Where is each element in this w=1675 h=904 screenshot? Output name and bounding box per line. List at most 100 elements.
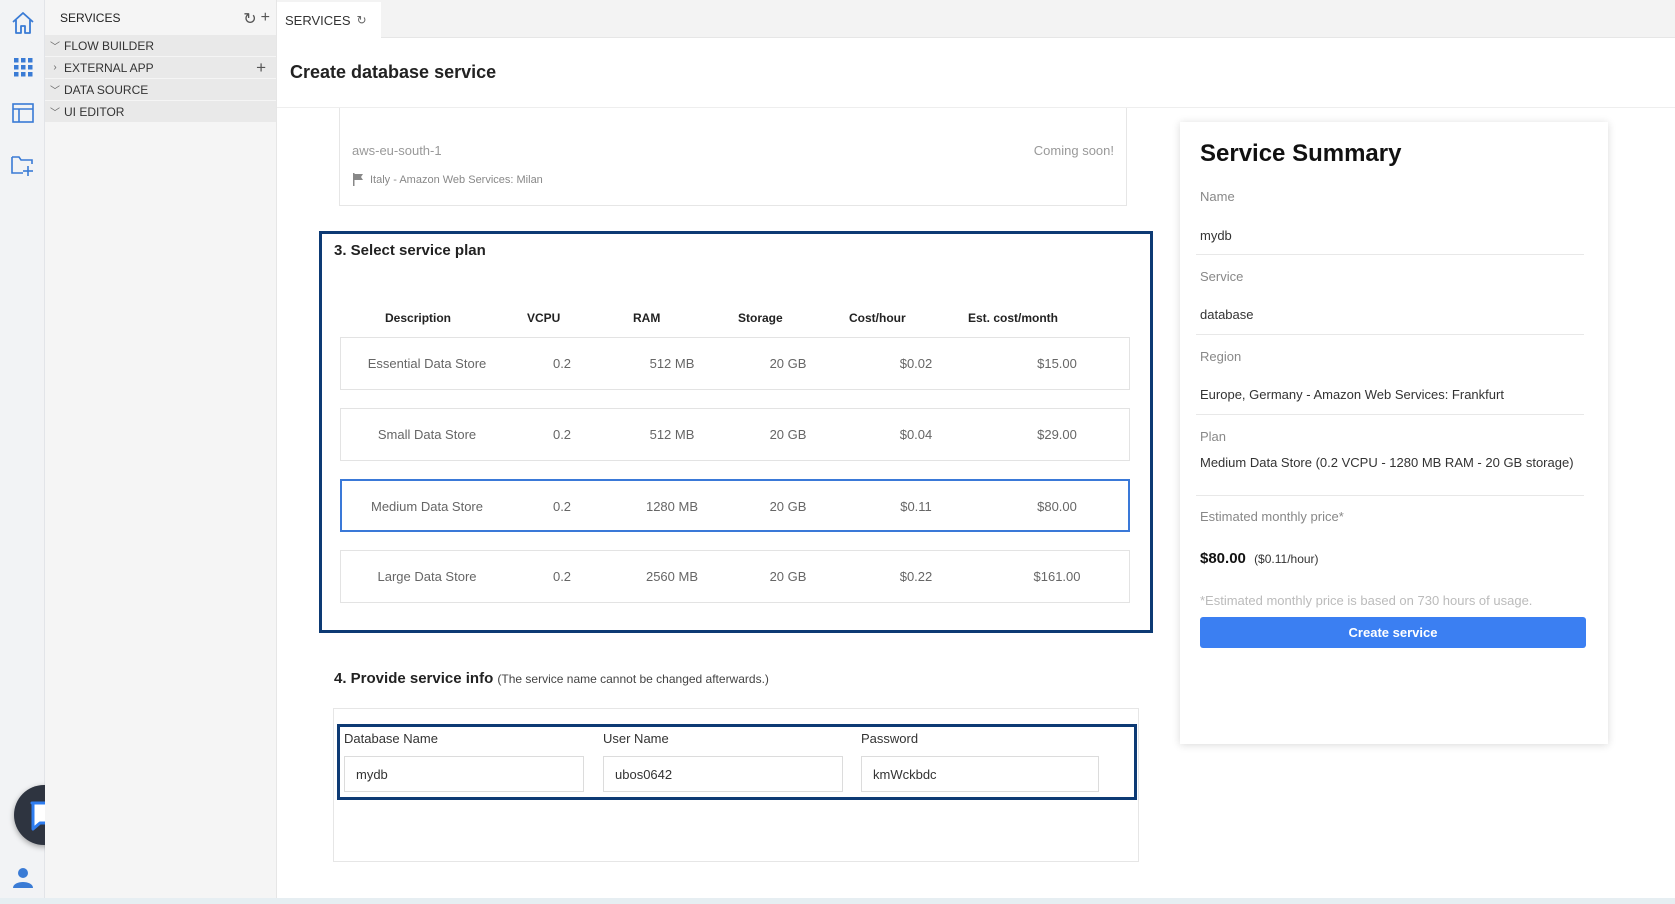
service-info-heading: 4. Provide service info xyxy=(334,670,494,687)
plan-cost-month: $29.00 xyxy=(1037,427,1077,442)
summary-service-label: Service xyxy=(1200,269,1244,284)
plan-storage: 20 GB xyxy=(769,499,807,514)
user-profile-icon[interactable] xyxy=(10,864,36,890)
password-input[interactable] xyxy=(861,756,1099,792)
plan-table-header: Description VCPU RAM Storage Cost/hour E… xyxy=(340,311,1130,331)
region-description-text: Italy - Amazon Web Services: Milan xyxy=(370,173,543,186)
summary-name-value: mydb xyxy=(1200,228,1232,243)
plan-row-large[interactable]: Large Data Store 0.2 2560 MB 20 GB $0.22… xyxy=(340,550,1130,603)
main-content: Create database service aws-eu-south-1 C… xyxy=(277,38,1675,898)
plan-row-medium-selected[interactable]: Medium Data Store 0.2 1280 MB 20 GB $0.1… xyxy=(340,479,1130,532)
plan-vcpu: 0.2 xyxy=(552,569,572,584)
tab-bar: SERVICES ↻ xyxy=(277,0,1675,38)
user-name-input[interactable] xyxy=(603,756,843,792)
plan-row-small[interactable]: Small Data Store 0.2 512 MB 20 GB $0.04 … xyxy=(340,408,1130,461)
plan-ram: 512 MB xyxy=(649,356,695,371)
service-info-fields: Database Name User Name Password xyxy=(337,724,1137,800)
user-name-label: User Name xyxy=(603,731,669,746)
plan-description: Small Data Store xyxy=(377,427,477,442)
tree-item-label: UI EDITOR xyxy=(64,104,125,119)
plan-description: Essential Data Store xyxy=(367,356,487,371)
tree-item-data-source[interactable]: ﹀ DATA SOURCE xyxy=(45,79,276,101)
region-status: Coming soon! xyxy=(1033,143,1114,158)
plan-cost-hour: $0.02 xyxy=(899,356,933,371)
database-name-label: Database Name xyxy=(344,731,438,746)
region-code: aws-eu-south-1 xyxy=(352,143,442,158)
divider xyxy=(1196,254,1584,255)
tree-item-external-app[interactable]: › EXTERNAL APP + xyxy=(45,57,276,79)
divider xyxy=(1196,495,1584,496)
summary-region-label: Region xyxy=(1200,349,1242,364)
plan-storage: 20 GB xyxy=(769,427,807,442)
plan-description: Large Data Store xyxy=(377,569,477,584)
col-cost-month: Est. cost/month xyxy=(968,311,1059,325)
layout-icon[interactable] xyxy=(10,100,36,126)
tree-item-flow-builder[interactable]: ﹀ FLOW BUILDER xyxy=(45,35,276,57)
tab-label: SERVICES xyxy=(285,12,351,28)
summary-title: Service Summary xyxy=(1200,140,1402,167)
flag-icon xyxy=(353,173,363,186)
page-title: Create database service xyxy=(290,62,497,82)
refresh-icon[interactable]: ↻ xyxy=(243,9,256,29)
chevron-down-icon: ﹀ xyxy=(50,86,60,97)
summary-plan-value: Medium Data Store (0.2 VCPU - 1280 MB RA… xyxy=(1200,455,1574,470)
plan-cost-month: $161.00 xyxy=(1033,569,1081,584)
app-root: SERVICES ↻ + ﹀ FLOW BUILDER › EXTERNAL A… xyxy=(0,0,1675,904)
col-ram: RAM xyxy=(633,311,661,325)
summary-service-value: database xyxy=(1200,307,1254,322)
plan-cost-hour: $0.22 xyxy=(899,569,933,584)
summary-price-note: *Estimated monthly price is based on 730… xyxy=(1200,593,1533,608)
divider xyxy=(1196,334,1584,335)
icon-rail xyxy=(0,0,74,904)
summary-region-value: Europe, Germany - Amazon Web Services: F… xyxy=(1200,387,1504,402)
summary-price: $80.00 ($0.11/hour) xyxy=(1200,550,1319,567)
tab-services[interactable]: SERVICES ↻ xyxy=(277,2,381,38)
plan-row-essential[interactable]: Essential Data Store 0.2 512 MB 20 GB $0… xyxy=(340,337,1130,390)
plan-vcpu: 0.2 xyxy=(552,499,572,514)
add-external-app-icon[interactable]: + xyxy=(256,58,266,78)
service-plan-section: 3. Select service plan Description VCPU … xyxy=(319,231,1153,633)
services-tree-panel: SERVICES ↻ + ﹀ FLOW BUILDER › EXTERNAL A… xyxy=(45,0,277,904)
chevron-down-icon: ﹀ xyxy=(50,42,60,53)
col-storage: Storage xyxy=(738,311,783,325)
home-icon[interactable] xyxy=(10,10,36,36)
plan-ram: 512 MB xyxy=(649,427,695,442)
plan-vcpu: 0.2 xyxy=(552,427,572,442)
divider xyxy=(1196,414,1584,415)
plan-ram: 1280 MB xyxy=(645,499,699,514)
plan-storage: 20 GB xyxy=(769,569,807,584)
summary-price-value: $80.00 xyxy=(1200,550,1246,567)
summary-price-hourly: ($0.11/hour) xyxy=(1254,552,1319,566)
summary-price-label: Estimated monthly price* xyxy=(1200,509,1344,524)
create-service-button[interactable]: Create service xyxy=(1200,617,1586,648)
service-summary-card: Service Summary Name mydb Service databa… xyxy=(1180,122,1608,744)
region-card[interactable]: aws-eu-south-1 Coming soon! Italy - Amaz… xyxy=(339,98,1127,206)
plan-description: Medium Data Store xyxy=(371,499,483,514)
apps-grid-icon[interactable] xyxy=(10,54,36,80)
tree-item-label: DATA SOURCE xyxy=(64,82,149,97)
plan-cost-hour: $0.04 xyxy=(899,427,933,442)
region-description: Italy - Amazon Web Services: Milan xyxy=(352,173,543,186)
bottom-strip xyxy=(0,898,1675,904)
page-header: Create database service xyxy=(277,38,1675,108)
service-info-title: 4. Provide service info (The service nam… xyxy=(334,670,769,687)
add-icon[interactable]: + xyxy=(261,9,270,29)
password-label: Password xyxy=(861,731,919,746)
col-vcpu: VCPU xyxy=(527,311,561,325)
tree-item-label: FLOW BUILDER xyxy=(64,38,155,53)
service-info-note: (The service name cannot be changed afte… xyxy=(497,672,769,686)
tree-header: SERVICES ↻ + xyxy=(45,0,276,35)
refresh-icon[interactable]: ↻ xyxy=(357,13,367,27)
plan-storage: 20 GB xyxy=(769,356,807,371)
add-folder-icon[interactable] xyxy=(10,152,36,178)
plan-vcpu: 0.2 xyxy=(552,356,572,371)
col-cost-hour: Cost/hour xyxy=(849,311,906,325)
database-name-input[interactable] xyxy=(344,756,584,792)
plan-section-title: 3. Select service plan xyxy=(334,242,486,259)
plan-ram: 2560 MB xyxy=(645,569,699,584)
summary-name-label: Name xyxy=(1200,189,1235,204)
tree-item-label: EXTERNAL APP xyxy=(64,60,154,75)
plan-cost-hour: $0.11 xyxy=(900,499,932,514)
tree-item-ui-editor[interactable]: ﹀ UI EDITOR xyxy=(45,101,276,123)
chevron-right-icon: › xyxy=(53,62,57,73)
